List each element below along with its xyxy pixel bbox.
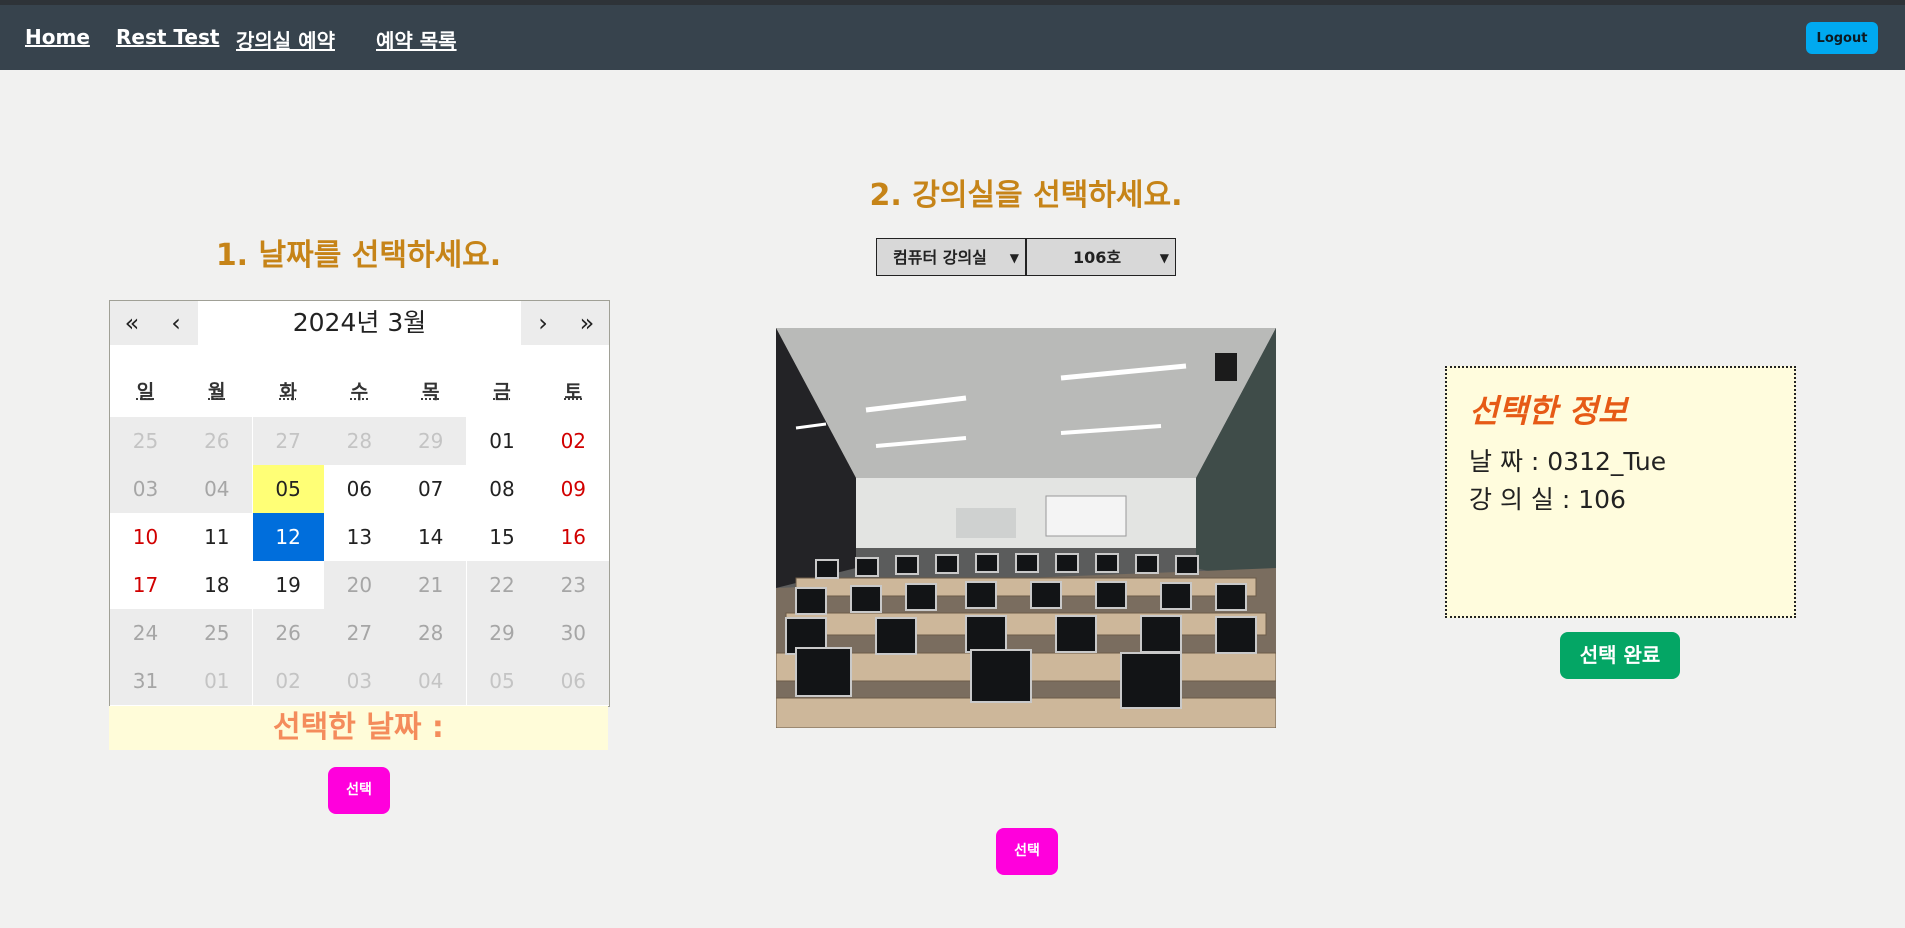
calendar-day: 20 xyxy=(323,561,395,609)
chevron-down-icon: ▼ xyxy=(1159,251,1169,265)
calendar-day: 31 xyxy=(110,657,181,705)
calendar-day: 03 xyxy=(323,657,395,705)
calendar-day[interactable]: 12 xyxy=(252,513,324,561)
calendar-day: 29 xyxy=(466,609,538,657)
selected-date-display: 선택한 날짜 : xyxy=(109,706,608,750)
calendar-day: 25 xyxy=(181,609,253,657)
calendar-day[interactable]: 09 xyxy=(537,465,609,513)
calendar-day: 21 xyxy=(395,561,467,609)
calendar-day[interactable]: 15 xyxy=(466,513,538,561)
calendar-day: 24 xyxy=(110,609,181,657)
calendar-day: 29 xyxy=(395,417,467,465)
calendar-navigation: « ‹ 2024년 3월 › » xyxy=(110,301,609,345)
calendar-day[interactable]: 02 xyxy=(537,417,609,465)
calendar-day: 28 xyxy=(395,609,467,657)
calendar-day: 30 xyxy=(537,609,609,657)
selected-info-panel: 선택한 정보 날 짜 : 0312_Tue 강 의 실 : 106 xyxy=(1445,366,1796,618)
calendar-month-title[interactable]: 2024년 3월 xyxy=(198,301,521,345)
calendar-day[interactable]: 06 xyxy=(323,465,395,513)
calendar-day: 06 xyxy=(537,657,609,705)
selected-room-info: 강 의 실 : 106 xyxy=(1469,485,1626,514)
calendar-day: 27 xyxy=(252,417,324,465)
date-select-button[interactable]: 선택 xyxy=(328,767,390,814)
calendar-day-grid: 25 26 27 28 29 01 02 03 04 05 06 07 08 09 10 11 12 13 14 15… xyxy=(110,417,609,705)
calendar-day: 26 xyxy=(252,609,324,657)
calendar-day: 02 xyxy=(252,657,324,705)
calendar-day[interactable]: 13 xyxy=(323,513,395,561)
calendar-weekday: 목 xyxy=(421,381,440,403)
calendar-day[interactable]: 08 xyxy=(466,465,538,513)
previous-month-button[interactable]: ‹ xyxy=(154,301,198,345)
calendar-day: 04 xyxy=(395,657,467,705)
calendar-day: 27 xyxy=(323,609,395,657)
room-number-value: 106호 xyxy=(1073,248,1122,267)
selected-date-info: 날 짜 : 0312_Tue xyxy=(1469,447,1667,476)
calendar-day[interactable]: 14 xyxy=(395,513,467,561)
calendar-day[interactable]: 16 xyxy=(537,513,609,561)
date-section-heading: 1. 날짜를 선택하세요. xyxy=(215,238,502,273)
calendar-weekday: 월 xyxy=(208,381,226,403)
calendar-day: 05 xyxy=(466,657,538,705)
calendar: « ‹ 2024년 3월 › » 일월화수목금토 25 26 27 28 29 01 02 0… xyxy=(109,300,610,707)
previous-year-button[interactable]: « xyxy=(110,301,154,345)
nav-room-reservation-link[interactable]: 강의실 예약 xyxy=(236,25,335,54)
calendar-day[interactable]: 05 xyxy=(252,465,324,513)
calendar-weekday-header: 일월화수목금토 xyxy=(110,377,609,403)
selection-complete-button[interactable]: 선택 완료 xyxy=(1560,632,1680,679)
next-month-button[interactable]: › xyxy=(521,301,565,345)
calendar-day[interactable]: 10 xyxy=(110,513,181,561)
calendar-day[interactable]: 19 xyxy=(252,561,324,609)
calendar-day: 03 xyxy=(110,465,181,513)
room-section-heading: 2. 강의실을 선택하세요. xyxy=(869,178,1183,213)
nav-rest-test-link[interactable]: Rest Test xyxy=(116,25,219,49)
chevron-down-icon: ▼ xyxy=(1009,251,1019,265)
selected-info-title: 선택한 정보 xyxy=(1469,392,1628,430)
calendar-day[interactable]: 07 xyxy=(395,465,467,513)
calendar-day[interactable]: 01 xyxy=(466,417,538,465)
calendar-day: 26 xyxy=(181,417,253,465)
calendar-day[interactable]: 18 xyxy=(181,561,253,609)
calendar-day: 28 xyxy=(323,417,395,465)
calendar-day: 01 xyxy=(181,657,253,705)
room-type-select[interactable]: 컴퓨터 강의실 ▼ xyxy=(876,238,1026,276)
classroom-photo xyxy=(776,328,1276,728)
logout-button[interactable]: Logout xyxy=(1806,22,1878,54)
calendar-weekday: 금 xyxy=(493,381,511,403)
room-type-value: 컴퓨터 강의실 xyxy=(893,248,987,267)
room-select-button[interactable]: 선택 xyxy=(996,828,1058,875)
calendar-day: 22 xyxy=(466,561,538,609)
calendar-weekday: 수 xyxy=(350,381,369,403)
calendar-day[interactable]: 17 xyxy=(110,561,181,609)
room-number-select[interactable]: 106호 ▼ xyxy=(1026,238,1176,276)
next-year-button[interactable]: » xyxy=(565,301,609,345)
nav-reservation-list-link[interactable]: 예약 목록 xyxy=(376,25,457,54)
calendar-day: 04 xyxy=(181,465,253,513)
calendar-weekday: 화 xyxy=(279,381,297,403)
calendar-day: 23 xyxy=(537,561,609,609)
calendar-day[interactable]: 11 xyxy=(181,513,253,561)
calendar-weekday: 일 xyxy=(136,381,155,403)
top-navbar: Home Rest Test 강의실 예약 예약 목록 Logout xyxy=(0,5,1905,70)
calendar-weekday: 토 xyxy=(564,381,583,403)
calendar-day: 25 xyxy=(110,417,181,465)
nav-home-link[interactable]: Home xyxy=(25,25,90,49)
